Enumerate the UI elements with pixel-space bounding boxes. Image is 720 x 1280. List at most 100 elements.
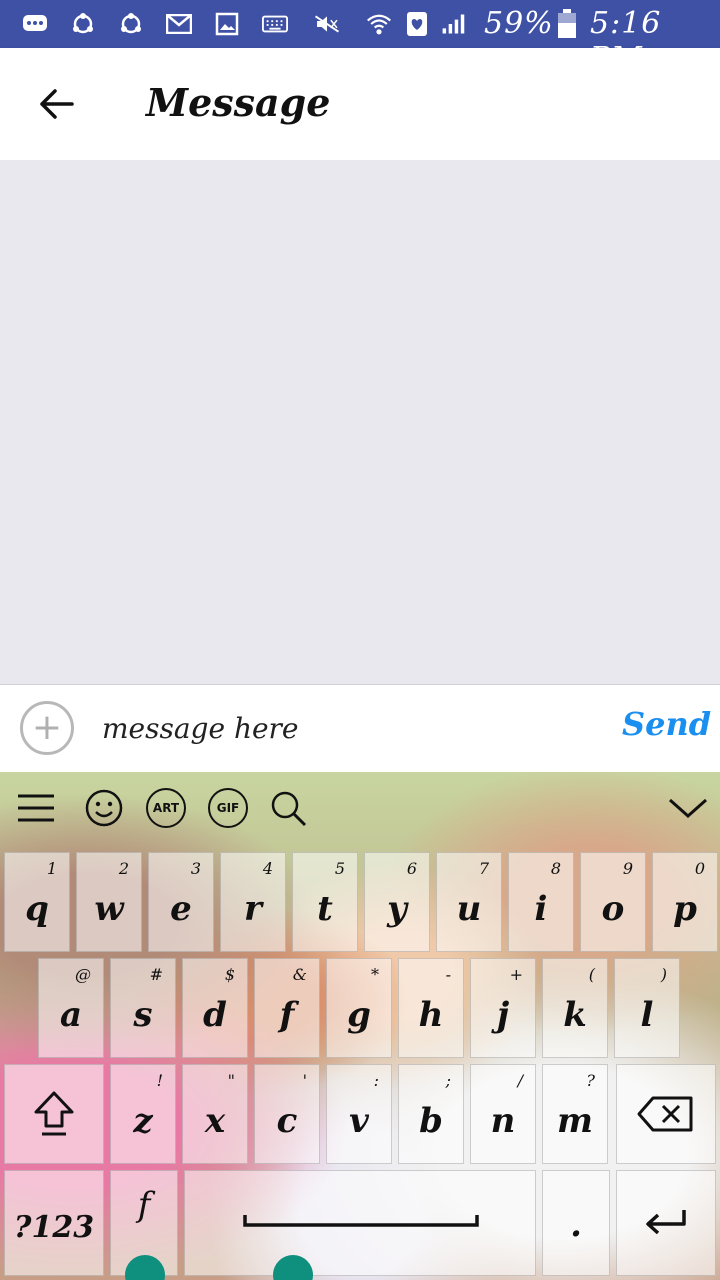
key-label: k bbox=[563, 995, 587, 1035]
key-f[interactable]: & f bbox=[254, 958, 320, 1058]
smiley-icon bbox=[85, 789, 123, 827]
key-e[interactable]: 3e bbox=[148, 852, 214, 952]
share-notification-icon bbox=[70, 12, 96, 36]
key-hint: ' bbox=[302, 1071, 307, 1090]
key-r[interactable]: 4r bbox=[220, 852, 286, 952]
key-z[interactable]: ! z bbox=[110, 1064, 176, 1164]
arrow-left-icon bbox=[40, 89, 74, 119]
collapse-keyboard-button[interactable] bbox=[666, 786, 710, 830]
email-icon bbox=[166, 12, 192, 36]
keyboard-toolbar: ART GIF bbox=[0, 772, 720, 846]
key-label: e bbox=[170, 889, 192, 929]
signal-icon bbox=[440, 12, 466, 36]
key-d[interactable]: $ d bbox=[182, 958, 248, 1058]
font-key[interactable]: f bbox=[110, 1170, 178, 1280]
message-input[interactable] bbox=[100, 699, 604, 757]
emoji-button[interactable] bbox=[82, 786, 126, 830]
key-label: l bbox=[640, 995, 654, 1035]
period-key[interactable]: . bbox=[542, 1170, 610, 1276]
key-label: f bbox=[279, 995, 295, 1035]
key-label: m bbox=[557, 1101, 593, 1141]
status-bar: 59% 5:16 PM bbox=[0, 0, 720, 76]
shift-arrow-icon bbox=[34, 1091, 74, 1136]
key-label: x bbox=[204, 1101, 226, 1141]
key-label: d bbox=[203, 995, 227, 1035]
key-label: b bbox=[419, 1101, 443, 1141]
key-label: a bbox=[59, 995, 83, 1035]
key-k[interactable]: (k bbox=[542, 958, 608, 1058]
key-hint: ; bbox=[445, 1071, 451, 1090]
key-j[interactable]: + j bbox=[470, 958, 536, 1058]
key-label: y bbox=[387, 889, 407, 929]
key-label: w bbox=[94, 889, 124, 929]
key-h[interactable]: -h bbox=[398, 958, 464, 1058]
key-label: s bbox=[133, 995, 153, 1035]
key-label: i bbox=[534, 889, 548, 929]
key-hint: : bbox=[373, 1071, 379, 1090]
shift-key[interactable] bbox=[4, 1064, 104, 1164]
key-hint: / bbox=[517, 1071, 523, 1090]
menu-button[interactable] bbox=[14, 786, 58, 830]
keyboard-icon bbox=[262, 12, 288, 36]
chat-notification-icon bbox=[22, 12, 48, 36]
key-hint: ? bbox=[586, 1071, 595, 1090]
chevron-down-icon bbox=[669, 798, 707, 819]
key-y[interactable]: 6y bbox=[364, 852, 430, 952]
gif-button[interactable]: GIF bbox=[206, 786, 250, 830]
symbols-key[interactable]: ?123 bbox=[4, 1170, 104, 1276]
message-list bbox=[0, 160, 720, 684]
key-label: z bbox=[133, 1101, 153, 1141]
key-hint: - bbox=[445, 965, 451, 984]
key-label: j bbox=[496, 995, 510, 1035]
key-hint: 9 bbox=[622, 859, 633, 878]
page-title: Message bbox=[146, 80, 331, 125]
key-hint: ! bbox=[156, 1071, 163, 1090]
search-button[interactable] bbox=[266, 786, 310, 830]
key-t[interactable]: 5t bbox=[292, 852, 358, 952]
key-hint: 0 bbox=[694, 859, 705, 878]
key-hint: 3 bbox=[190, 859, 201, 878]
spacebar-icon bbox=[243, 1215, 479, 1227]
key-b[interactable]: ; b bbox=[398, 1064, 464, 1164]
key-q[interactable]: 1q bbox=[4, 852, 70, 952]
keyboard: ART GIF 1q2w3e4r5t6y7u8i9o0p @ a # s $ d & f * g -… bbox=[0, 772, 720, 1280]
key-hint: @ bbox=[75, 965, 91, 984]
key-label: p bbox=[673, 889, 697, 929]
backspace-key[interactable] bbox=[616, 1064, 716, 1164]
key-c[interactable]: ' c bbox=[254, 1064, 320, 1164]
send-button[interactable]: Send bbox=[622, 705, 711, 743]
enter-key[interactable] bbox=[616, 1170, 716, 1276]
key-u[interactable]: 7u bbox=[436, 852, 502, 952]
share-notification-icon-2 bbox=[118, 12, 144, 36]
key-hint: # bbox=[149, 965, 163, 984]
key-hint: + bbox=[509, 965, 523, 984]
key-p[interactable]: 0p bbox=[652, 852, 718, 952]
back-button[interactable] bbox=[30, 80, 82, 128]
key-label: c bbox=[276, 1101, 298, 1141]
key-g[interactable]: * g bbox=[326, 958, 392, 1058]
key-label: q bbox=[25, 889, 49, 929]
key-n[interactable]: / n bbox=[470, 1064, 536, 1164]
key-x[interactable]: " x bbox=[182, 1064, 248, 1164]
key-o[interactable]: 9o bbox=[580, 852, 646, 952]
space-key[interactable] bbox=[184, 1170, 536, 1280]
key-a[interactable]: @ a bbox=[38, 958, 104, 1058]
key-hint: ) bbox=[660, 965, 667, 984]
key-v[interactable]: :v bbox=[326, 1064, 392, 1164]
battery-percentage: 59% bbox=[484, 6, 554, 41]
art-button[interactable]: ART bbox=[144, 786, 188, 830]
wifi-icon bbox=[366, 12, 392, 36]
key-l[interactable]: ) l bbox=[614, 958, 680, 1058]
key-label: o bbox=[601, 889, 625, 929]
font-indicator-icon bbox=[116, 1246, 174, 1280]
key-hint: " bbox=[227, 1071, 235, 1090]
key-hint: & bbox=[292, 965, 307, 984]
add-attachment-button[interactable]: + bbox=[20, 701, 74, 755]
key-hint: ( bbox=[588, 965, 595, 984]
key-i[interactable]: 8i bbox=[508, 852, 574, 952]
key-m[interactable]: ? m bbox=[542, 1064, 608, 1164]
gif-label: GIF bbox=[208, 788, 248, 828]
key-w[interactable]: 2w bbox=[76, 852, 142, 952]
app-header: Message bbox=[0, 48, 720, 160]
key-s[interactable]: # s bbox=[110, 958, 176, 1058]
